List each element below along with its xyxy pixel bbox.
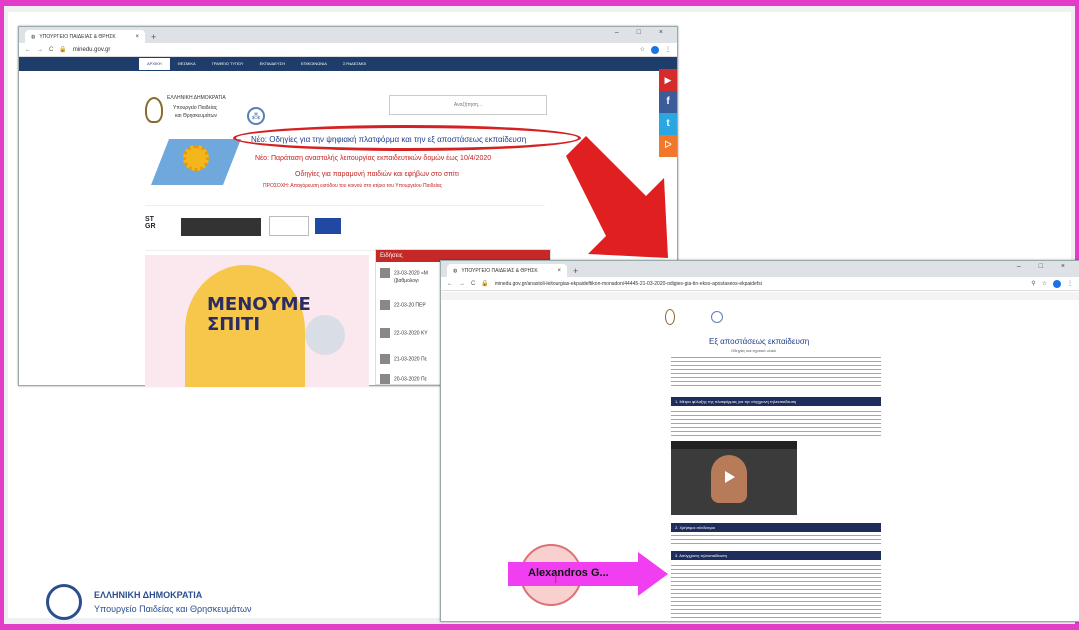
- footer-line-1: ΕΛΛΗΝΙΚΗ ΔΗΜΟΚΡΑΤΙΑ: [94, 590, 203, 600]
- red-arrow-icon: [566, 136, 668, 258]
- profile-icon[interactable]: [651, 45, 659, 54]
- reload-icon[interactable]: C: [49, 47, 53, 53]
- greek-emblem-icon: [145, 97, 163, 123]
- window-controls[interactable]: – □ ×: [1017, 263, 1073, 270]
- news-item-text: 22-03-20 ΠΕΡ: [394, 302, 426, 309]
- window-controls[interactable]: – □ ×: [615, 29, 671, 36]
- presentation-frame: ◍ ΥΠΟΥΡΓΕΙΟ ΠΑΙΔΕΙΑΣ & ΘΡΗΣΚ × + – □ × ←…: [0, 0, 1079, 630]
- news-item[interactable]: (βαθμολογι: [394, 278, 419, 284]
- menu-icon[interactable]: ⋮: [1067, 280, 1073, 287]
- tab-strip: ◍ ΥΠΟΥΡΓΕΙΟ ΠΑΙΔΕΙΑΣ & ΘΡΗΣΚ × + – □ ×: [19, 27, 677, 43]
- stay-home-poster[interactable]: ΜΕΝΟΥΜΕ ΣΠΙΤΙ: [145, 255, 369, 387]
- forward-icon[interactable]: →: [37, 47, 43, 53]
- footer-logo: ΕΛΛΗΝΙΚΗ ΔΗΜΟΚΡΑΤΙΑ Υπουργείο Παιδείας κ…: [46, 580, 306, 626]
- nav-item-institutional[interactable]: ΘΕΣΜΙΚΑ: [169, 58, 204, 70]
- section-2-text: [671, 535, 881, 545]
- globe-icon: ◍: [453, 267, 458, 274]
- headline-stay-home[interactable]: Οδηγίες για παραμονή παιδιών και εφήβων …: [295, 171, 459, 178]
- star-icon[interactable]: ☆: [640, 46, 645, 53]
- accessibility-icon[interactable]: ⁂: [247, 107, 265, 125]
- text-cursor-icon: I: [554, 572, 558, 586]
- page-title: Εξ αποστάσεως εκπαίδευση: [709, 337, 810, 346]
- star-icon[interactable]: ☆: [1042, 280, 1047, 287]
- news-item[interactable]: 20-03-2020 Πε: [380, 374, 427, 384]
- tab-title: ΥΠΟΥΡΓΕΙΟ ΠΑΙΔΕΙΑΣ & ΘΡΗΣΚ: [461, 267, 538, 274]
- headline-notice[interactable]: ΠΡΟΣΟΧΗ: Απαγόρευση εισόδου του κοινού σ…: [263, 183, 442, 189]
- logo-line-3: και Θρησκευμάτων: [175, 113, 217, 119]
- page-subtitle: Οδηγίες και σχετικό υλικό: [731, 348, 776, 353]
- news-item-text: (βαθμολογι: [394, 278, 419, 284]
- eu-flag-icon: [315, 218, 341, 234]
- browser-tab[interactable]: ◍ ΥΠΟΥΡΓΕΙΟ ΠΑΙΔΕΙΑΣ & ΘΡΗΣΚ ×: [25, 30, 145, 43]
- news-item[interactable]: 23-03-2020 «Μ: [380, 268, 428, 278]
- news-item-text: 20-03-2020 Πε: [394, 376, 427, 383]
- section-3-text: [671, 565, 881, 619]
- egov-logo[interactable]: [269, 216, 309, 236]
- lock-icon: 🔒: [481, 281, 489, 287]
- video-title-bar: [671, 441, 797, 449]
- forward-icon[interactable]: →: [459, 281, 465, 287]
- globe-icon: ◍: [31, 33, 36, 40]
- sun-icon: [183, 145, 209, 171]
- site-navbar: [441, 292, 1079, 300]
- poster-person-icon: [305, 315, 345, 355]
- browser-tab[interactable]: ◍ ΥΠΟΥΡΓΕΙΟ ΠΑΙΔΕΙΑΣ & ΘΡΗΣΚ ×: [447, 264, 567, 277]
- close-icon[interactable]: ×: [135, 34, 139, 40]
- news-item[interactable]: 22-03-20 ΠΕΡ: [380, 300, 426, 310]
- new-tab-button[interactable]: +: [573, 265, 578, 277]
- tab-title: ΥΠΟΥΡΓΕΙΟ ΠΑΙΔΕΙΑΣ & ΘΡΗΣΚ: [39, 33, 116, 40]
- section-1-text: [671, 411, 881, 439]
- slide: ◍ ΥΠΟΥΡΓΕΙΟ ΠΑΙΔΕΙΑΣ & ΘΡΗΣΚ × + – □ × ←…: [8, 12, 1079, 622]
- partner-logos-strip: ST GR: [145, 205, 545, 251]
- logo-line-2: Υπουργείο Παιδείας: [173, 105, 218, 111]
- section-heading-3: 3. Ασύγχρονη τηλεκπαίδευση: [671, 551, 881, 560]
- site-search-input[interactable]: Αναζήτηση...: [389, 95, 547, 115]
- video-player[interactable]: [671, 441, 797, 515]
- postgrad-logo[interactable]: [181, 218, 261, 236]
- facebook-icon[interactable]: f: [659, 91, 677, 113]
- play-icon[interactable]: [725, 471, 735, 483]
- highlight-oval: [233, 125, 581, 151]
- news-item-text: 23-03-2020 «Μ: [394, 270, 428, 277]
- nav-item-press[interactable]: ΓΡΑΦΕΙΟ ΤΥΠΟΥ: [203, 58, 252, 70]
- headline-extension[interactable]: Νέο: Παράταση αναστολής λειτουργίας εκπα…: [255, 155, 491, 162]
- back-icon[interactable]: ←: [447, 281, 453, 287]
- news-item-text: 22-03-2020 ΚΥ: [394, 330, 428, 337]
- url-field[interactable]: minedu.gov.gr: [73, 47, 634, 53]
- close-icon[interactable]: ×: [557, 268, 561, 274]
- nav-item-education[interactable]: ΕΚΠΑΙΔΕΥΣΗ: [251, 58, 293, 70]
- section-heading-2: 2. Χρήσιμοι σύνδεσμοι: [671, 523, 881, 532]
- greek-emblem-icon: [665, 309, 675, 325]
- reload-icon[interactable]: C: [471, 281, 475, 287]
- back-icon[interactable]: ←: [25, 47, 31, 53]
- accessibility-icon[interactable]: [711, 311, 723, 323]
- footer-line-2: Υπουργείο Παιδείας και Θρησκευμάτων: [94, 604, 252, 614]
- menu-icon[interactable]: ⋮: [665, 46, 671, 53]
- url-field[interactable]: minedu.gov.gr/anastoli-leitourgias-ekpai…: [495, 281, 1025, 287]
- section-heading-1: 1. Μέτρα φύλαξης της πλατφόρμας για την …: [671, 397, 881, 406]
- address-bar: ← → C 🔒 minedu.gov.gr ☆ ⋮: [19, 43, 677, 57]
- nav-item-contact[interactable]: ΕΠΙΚΟΙΝΩΝΙΑ: [292, 58, 335, 70]
- site-navbar: ΑΡΧΙΚΗ ΘΕΣΜΙΚΑ ΓΡΑΦΕΙΟ ΤΥΠΟΥ ΕΚΠΑΙΔΕΥΣΗ …: [139, 58, 439, 70]
- nav-item-links[interactable]: ΣΥΝΔΕΣΜΟΙ: [334, 58, 375, 70]
- news-item[interactable]: 21-03-2020 Πε: [380, 354, 427, 364]
- news-item[interactable]: 22-03-2020 ΚΥ: [380, 328, 428, 338]
- lock-icon: 🔒: [59, 47, 67, 53]
- youtube-icon[interactable]: ▶: [659, 69, 677, 91]
- presenter-label: Alexandros G...: [528, 567, 609, 579]
- study-greece-logo[interactable]: ST GR: [145, 216, 175, 238]
- twitter-icon[interactable]: t: [659, 113, 677, 135]
- tab-strip: ◍ ΥΠΟΥΡΓΕΙΟ ΠΑΙΔΕΙΑΣ & ΘΡΗΣΚ × + – □ ×: [441, 261, 1079, 277]
- greek-emblem-icon: [46, 584, 82, 620]
- search-icon[interactable]: ⚲: [1031, 280, 1035, 287]
- site-logo[interactable]: ΕΛΛΗΝΙΚΗ ΔΗΜΟΚΡΑΤΙΑ Υπουργείο Παιδείας κ…: [145, 93, 235, 133]
- intro-paragraph: [671, 357, 881, 387]
- news-item-text: 21-03-2020 Πε: [394, 356, 427, 363]
- nav-item-home[interactable]: ΑΡΧΙΚΗ: [139, 58, 170, 70]
- logo-line-1: ΕΛΛΗΝΙΚΗ ΔΗΜΟΚΡΑΤΙΑ: [167, 95, 226, 101]
- address-bar: ← → C 🔒 minedu.gov.gr/anastoli-leitourgi…: [441, 277, 1079, 291]
- poster-text: ΜΕΝΟΥΜΕ ΣΠΙΤΙ: [207, 294, 311, 335]
- new-tab-button[interactable]: +: [151, 31, 156, 43]
- profile-icon[interactable]: [1053, 279, 1061, 288]
